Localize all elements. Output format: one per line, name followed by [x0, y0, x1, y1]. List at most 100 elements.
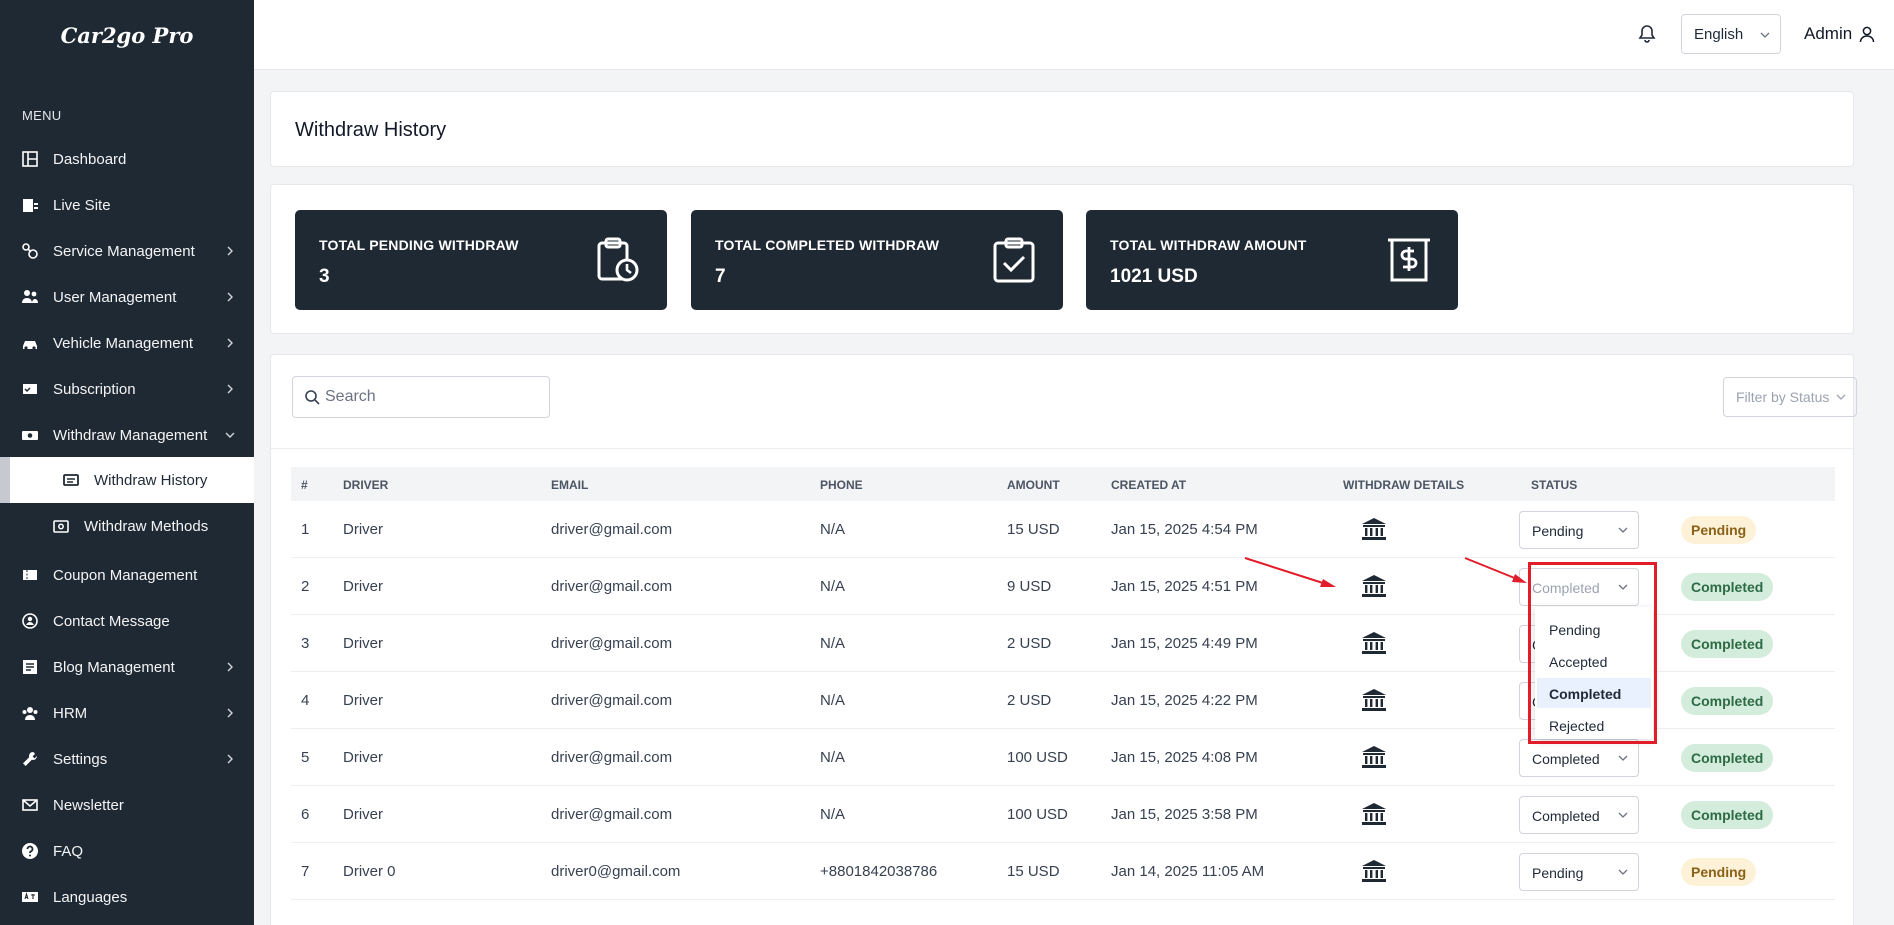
- sidebar-item-newsletter[interactable]: Newsletter: [0, 782, 254, 828]
- sidebar-item-label: Service Management: [53, 242, 195, 260]
- list-icon: [63, 474, 79, 486]
- status-select-value: Pending: [1532, 523, 1584, 539]
- cell-n: 6: [301, 806, 310, 823]
- filter-by-status-select[interactable]: Filter by Status: [1723, 377, 1857, 417]
- chevron-down-icon: [1618, 755, 1628, 761]
- col-number: #: [301, 478, 308, 492]
- users-icon: [22, 290, 38, 303]
- sidebar-item-languages[interactable]: Languages: [0, 874, 254, 920]
- sidebar-item-subscription[interactable]: Subscription: [0, 366, 254, 412]
- bank-icon[interactable]: [1361, 631, 1387, 655]
- app-logo[interactable]: Car2go Pro: [0, 0, 254, 70]
- cell-email: driver@gmail.com: [551, 806, 673, 823]
- clipboard-clock-icon: [597, 237, 639, 282]
- chevron-right-icon: [227, 292, 233, 302]
- cell-n: 5: [301, 749, 310, 766]
- status-select[interactable]: Pending: [1519, 853, 1639, 891]
- chevron-right-icon: [227, 384, 233, 394]
- table-row: 7 Driver 0 driver0@gmail.com +8801842038786…: [291, 843, 1835, 900]
- bank-icon[interactable]: [1361, 859, 1387, 883]
- col-status: STATUS: [1531, 478, 1578, 492]
- bank-icon[interactable]: [1361, 574, 1387, 598]
- sidebar-item-hrm[interactable]: HRM: [0, 690, 254, 736]
- cell-phone: N/A: [820, 521, 846, 538]
- chevron-down-icon: [1618, 812, 1628, 818]
- contact-icon: [22, 613, 38, 629]
- sidebar-item-settings[interactable]: Settings: [0, 736, 254, 782]
- status-select[interactable]: Completed: [1519, 796, 1639, 834]
- table-row: 1 Driver driver@gmail.com N/A 15 USD Jan 15, …: [291, 501, 1835, 558]
- bank-icon[interactable]: [1361, 517, 1387, 541]
- cell-amount: 15 USD: [1007, 863, 1060, 880]
- sidebar-item-withdraw-methods[interactable]: Withdraw Methods: [0, 503, 254, 549]
- sidebar-item-service-management[interactable]: Service Management: [0, 228, 254, 274]
- coupon-icon: [23, 570, 37, 580]
- status-badge: Pending: [1681, 858, 1757, 886]
- sidebar-item-label: Withdraw History: [94, 471, 208, 489]
- table-header: # DRIVER EMAIL PHONE AMOUNT CREATED AT W…: [291, 467, 1835, 501]
- chevron-down-icon: [1618, 527, 1628, 533]
- language-select[interactable]: English: [1681, 14, 1781, 54]
- sidebar-item-label: Dashboard: [53, 150, 127, 168]
- chevron-down-icon: [225, 432, 235, 438]
- sidebar-item-vehicle-management[interactable]: Vehicle Management: [0, 320, 254, 366]
- sidebar-item-withdraw-history[interactable]: Withdraw History: [0, 457, 254, 503]
- stat-label: TOTAL PENDING WITHDRAW: [319, 237, 519, 253]
- bank-icon[interactable]: [1361, 688, 1387, 712]
- annotation-highlight-box: [1528, 562, 1657, 744]
- stat-pending-withdraw: TOTAL PENDING WITHDRAW 3: [295, 210, 667, 310]
- sidebar-item-blog-management[interactable]: Blog Management: [0, 644, 254, 690]
- sidebar-item-contact-message[interactable]: Contact Message: [0, 598, 254, 644]
- status-select-value: Completed: [1532, 751, 1600, 767]
- cell-n: 7: [301, 863, 310, 880]
- chevron-down-icon: [1760, 32, 1770, 38]
- cell-created: Jan 15, 2025 3:58 PM: [1111, 806, 1258, 823]
- col-email: EMAIL: [551, 478, 589, 492]
- cell-amount: 100 USD: [1007, 806, 1068, 823]
- stat-value: 7: [715, 266, 726, 287]
- cell-driver: Driver: [343, 578, 383, 595]
- sidebar-item-live-site[interactable]: Live Site: [0, 182, 254, 228]
- search-icon: [305, 390, 320, 405]
- chevron-right-icon: [227, 338, 233, 348]
- user-name: Admin: [1804, 24, 1853, 43]
- sidebar-item-dashboard[interactable]: Dashboard: [0, 136, 254, 182]
- bell-icon[interactable]: [1638, 24, 1656, 44]
- sidebar-item-coupon-management[interactable]: Coupon Management: [0, 552, 254, 598]
- bank-icon[interactable]: [1361, 745, 1387, 769]
- cell-phone: N/A: [820, 692, 846, 709]
- search-input[interactable]: [325, 385, 535, 409]
- cell-driver: Driver: [343, 521, 383, 538]
- hrm-icon: [22, 707, 38, 720]
- status-select[interactable]: Completed: [1519, 739, 1639, 777]
- top-header: English Admin: [254, 0, 1894, 70]
- sidebar-item-withdraw-management[interactable]: Withdraw Management: [0, 412, 254, 458]
- chevron-down-icon: [1836, 394, 1846, 400]
- user-menu[interactable]: Admin: [1804, 24, 1875, 44]
- sidebar-item-label: Languages: [53, 888, 128, 906]
- col-amount: AMOUNT: [1007, 478, 1060, 492]
- mail-icon: [22, 799, 38, 811]
- sidebar-item-label: Contact Message: [53, 612, 170, 630]
- cell-driver: Driver: [343, 749, 383, 766]
- status-select-value: Pending: [1532, 865, 1584, 881]
- cell-phone: N/A: [820, 635, 846, 652]
- sidebar: Car2go Pro MENU Dashboard Live Site Servic…: [0, 0, 254, 925]
- cell-email: driver@gmail.com: [551, 578, 673, 595]
- cell-amount: 100 USD: [1007, 749, 1068, 766]
- chevron-right-icon: [227, 246, 233, 256]
- sidebar-item-label: HRM: [53, 704, 88, 722]
- divider: [271, 448, 1855, 449]
- sidebar-item-label: Withdraw Management: [53, 426, 208, 444]
- sidebar-item-faq[interactable]: FAQ: [0, 828, 254, 874]
- status-select[interactable]: Pending: [1519, 511, 1639, 549]
- sidebar-item-user-management[interactable]: User Management: [0, 274, 254, 320]
- bank-icon[interactable]: [1361, 802, 1387, 826]
- service-icon: [22, 243, 38, 259]
- cell-driver: Driver: [343, 806, 383, 823]
- stat-value: 3: [319, 266, 330, 287]
- stat-completed-withdraw: TOTAL COMPLETED WITHDRAW 7: [691, 210, 1063, 310]
- cell-email: driver@gmail.com: [551, 635, 673, 652]
- cell-created: Jan 15, 2025 4:49 PM: [1111, 635, 1258, 652]
- car-icon: [23, 341, 37, 350]
